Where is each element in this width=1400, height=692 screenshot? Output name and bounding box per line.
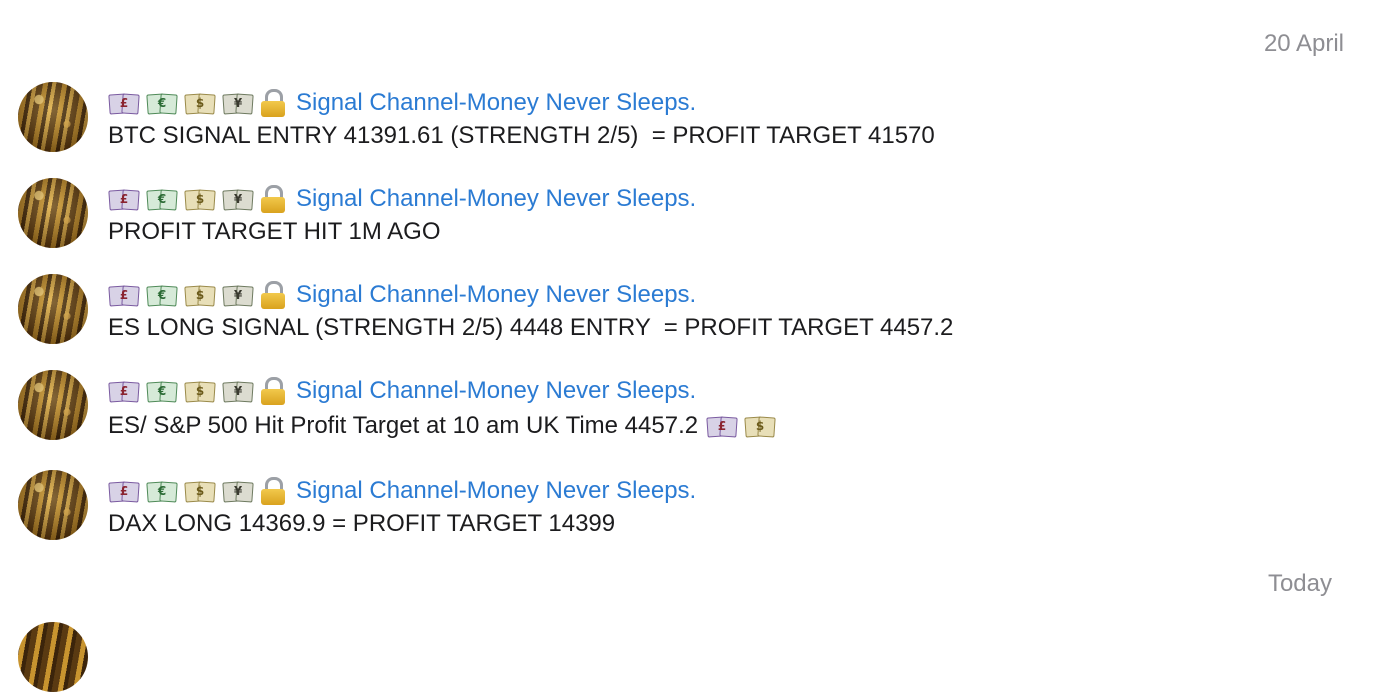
message-text: ES LONG SIGNAL (STRENGTH 2/5) 4448 ENTRY…	[108, 314, 954, 341]
avatar[interactable]	[18, 274, 88, 344]
lock-icon	[260, 376, 286, 406]
date-divider-20-april: 20 April	[1263, 30, 1344, 57]
message-item[interactable]: £ € $ ¥ Signal Channel-Money Never Sleep…	[18, 178, 1360, 250]
dollar-banknote-icon: $	[744, 415, 776, 437]
sender-name[interactable]: Signal Channel-Money Never Sleeps.	[296, 89, 696, 117]
pound-banknote-icon: £	[706, 415, 738, 437]
avatar[interactable]	[18, 470, 88, 540]
avatar[interactable]	[18, 178, 88, 248]
dollar-banknote-icon: $	[184, 480, 216, 502]
message-item[interactable]: £ € $ ¥ Signal Channel-Money Never Sleep…	[18, 82, 1360, 154]
lock-icon	[260, 184, 286, 214]
sender-line: £ € $ ¥ Signal Channel-Money Never Sleep…	[108, 474, 696, 508]
sender-emoji-group: £ € $ ¥	[108, 88, 286, 118]
message-emoji-group: £ $	[706, 415, 776, 437]
message-text: DAX LONG 14369.9 = PROFIT TARGET 14399	[108, 510, 616, 537]
yen-banknote-icon: ¥	[222, 380, 254, 402]
message-text: ES/ S&P 500 Hit Profit Target at 10 am U…	[108, 412, 699, 439]
yen-banknote-icon: ¥	[222, 188, 254, 210]
sender-emoji-group: £ € $ ¥	[108, 476, 286, 506]
sender-name[interactable]: Signal Channel-Money Never Sleeps.	[296, 185, 696, 213]
sender-name[interactable]: Signal Channel-Money Never Sleeps.	[296, 377, 696, 405]
date-divider-today: Today	[1267, 570, 1332, 597]
sender-emoji-group: £ € $ ¥	[108, 184, 286, 214]
pound-banknote-icon: £	[108, 188, 140, 210]
message-item[interactable]: £ € $ ¥ Signal Channel-Money Never Sleep…	[18, 370, 1360, 442]
dollar-banknote-icon: $	[184, 380, 216, 402]
message-text: PROFIT TARGET HIT 1M AGO	[108, 218, 441, 245]
sender-emoji-group: £ € $ ¥	[108, 376, 286, 406]
avatar[interactable]	[18, 82, 88, 152]
lock-icon	[260, 280, 286, 310]
euro-banknote-icon: €	[146, 188, 178, 210]
pound-banknote-icon: £	[108, 284, 140, 306]
yen-banknote-icon: ¥	[222, 480, 254, 502]
euro-banknote-icon: €	[146, 380, 178, 402]
sender-name[interactable]: Signal Channel-Money Never Sleeps.	[296, 477, 696, 505]
dollar-banknote-icon: $	[184, 188, 216, 210]
sender-name[interactable]: Signal Channel-Money Never Sleeps.	[296, 281, 696, 309]
pound-banknote-icon: £	[108, 92, 140, 114]
message-text-row: ES/ S&P 500 Hit Profit Target at 10 am U…	[108, 412, 776, 440]
lock-icon	[260, 88, 286, 118]
sender-line: £ € $ ¥ Signal Channel-Money Never Sleep…	[108, 374, 696, 408]
euro-banknote-icon: €	[146, 480, 178, 502]
pound-banknote-icon: £	[108, 380, 140, 402]
pound-banknote-icon: £	[108, 480, 140, 502]
sender-line: £ € $ ¥ Signal Channel-Money Never Sleep…	[108, 182, 696, 216]
dollar-banknote-icon: $	[184, 92, 216, 114]
message-item[interactable]: £ € $ ¥ Signal Channel-Money Never Sleep…	[18, 274, 1360, 346]
dollar-banknote-icon: $	[184, 284, 216, 306]
message-item[interactable]: £ € $ ¥ Signal Channel-Money Never Sleep…	[18, 470, 1360, 542]
sender-line: £ € $ ¥ Signal Channel-Money Never Sleep…	[108, 86, 696, 120]
avatar[interactable]	[18, 622, 88, 692]
avatar[interactable]	[18, 370, 88, 440]
message-text: BTC SIGNAL ENTRY 41391.61 (STRENGTH 2/5)…	[108, 122, 935, 149]
euro-banknote-icon: €	[146, 284, 178, 306]
sender-emoji-group: £ € $ ¥	[108, 280, 286, 310]
yen-banknote-icon: ¥	[222, 284, 254, 306]
lock-icon	[260, 476, 286, 506]
euro-banknote-icon: €	[146, 92, 178, 114]
sender-line: £ € $ ¥ Signal Channel-Money Never Sleep…	[108, 278, 696, 312]
yen-banknote-icon: ¥	[222, 92, 254, 114]
